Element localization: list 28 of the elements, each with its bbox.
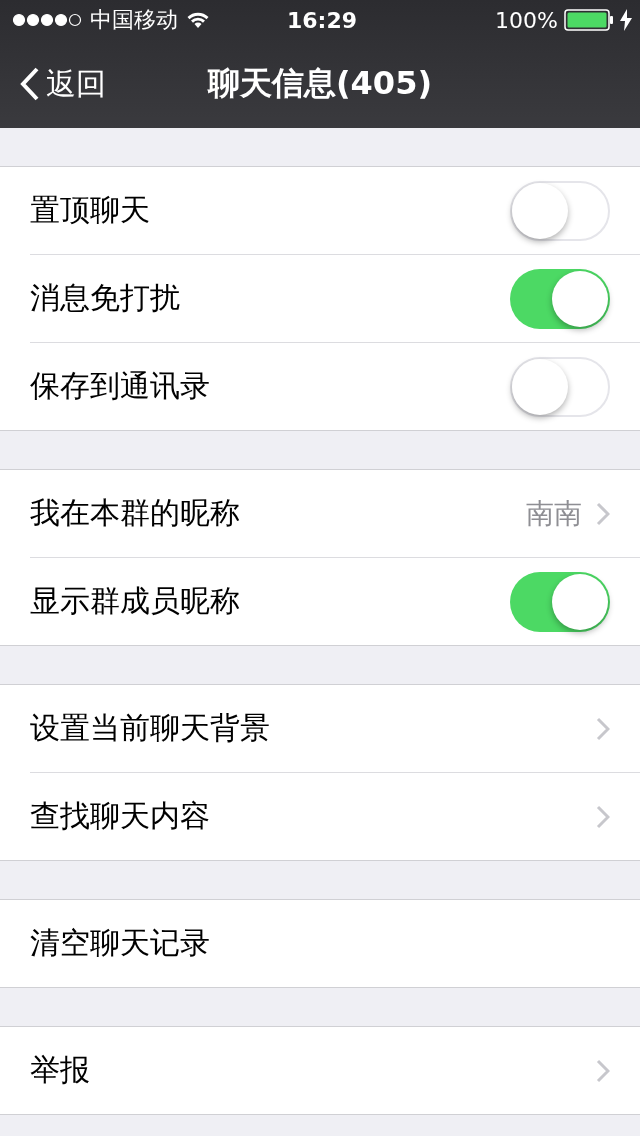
chevron-icon xyxy=(596,501,610,526)
battery-icon xyxy=(564,9,614,31)
setting-label[interactable]: 我在本群的昵称 xyxy=(30,493,526,534)
back-button[interactable]: 返回 xyxy=(0,63,106,105)
setting-label: 消息免打扰 xyxy=(30,279,181,317)
setting-label[interactable]: 查找聊天内容 xyxy=(30,796,596,837)
setting-label: 置顶聊天 xyxy=(30,191,151,229)
toggle-switch[interactable] xyxy=(510,356,610,417)
wifi-icon xyxy=(186,11,210,29)
back-chevron-icon xyxy=(20,67,40,101)
page-title: 聊天信息(405) xyxy=(207,63,432,104)
charging-bolt-icon xyxy=(620,9,632,31)
chevron-icon xyxy=(596,716,610,741)
setting-label: 显示群成员昵称 xyxy=(30,582,241,620)
battery-percent: 100% xyxy=(495,7,558,33)
chevron-icon xyxy=(596,804,610,829)
setting-label: 保存到通讯录 xyxy=(30,367,211,405)
toggle-switch[interactable] xyxy=(510,571,610,632)
signal-icon xyxy=(12,13,82,27)
status-time: 16:29 xyxy=(287,7,357,33)
toggle-switch[interactable] xyxy=(510,180,610,241)
toggle-switch[interactable] xyxy=(510,268,610,329)
setting-label[interactable]: 设置当前聊天背景 xyxy=(30,708,596,749)
setting-value: 南南 xyxy=(526,495,582,532)
setting-label[interactable]: 举报 xyxy=(30,1050,596,1091)
carrier-name: 中国移动 xyxy=(90,6,178,34)
chevron-icon xyxy=(596,1058,610,1083)
setting-label[interactable]: 清空聊天记录 xyxy=(30,923,610,964)
